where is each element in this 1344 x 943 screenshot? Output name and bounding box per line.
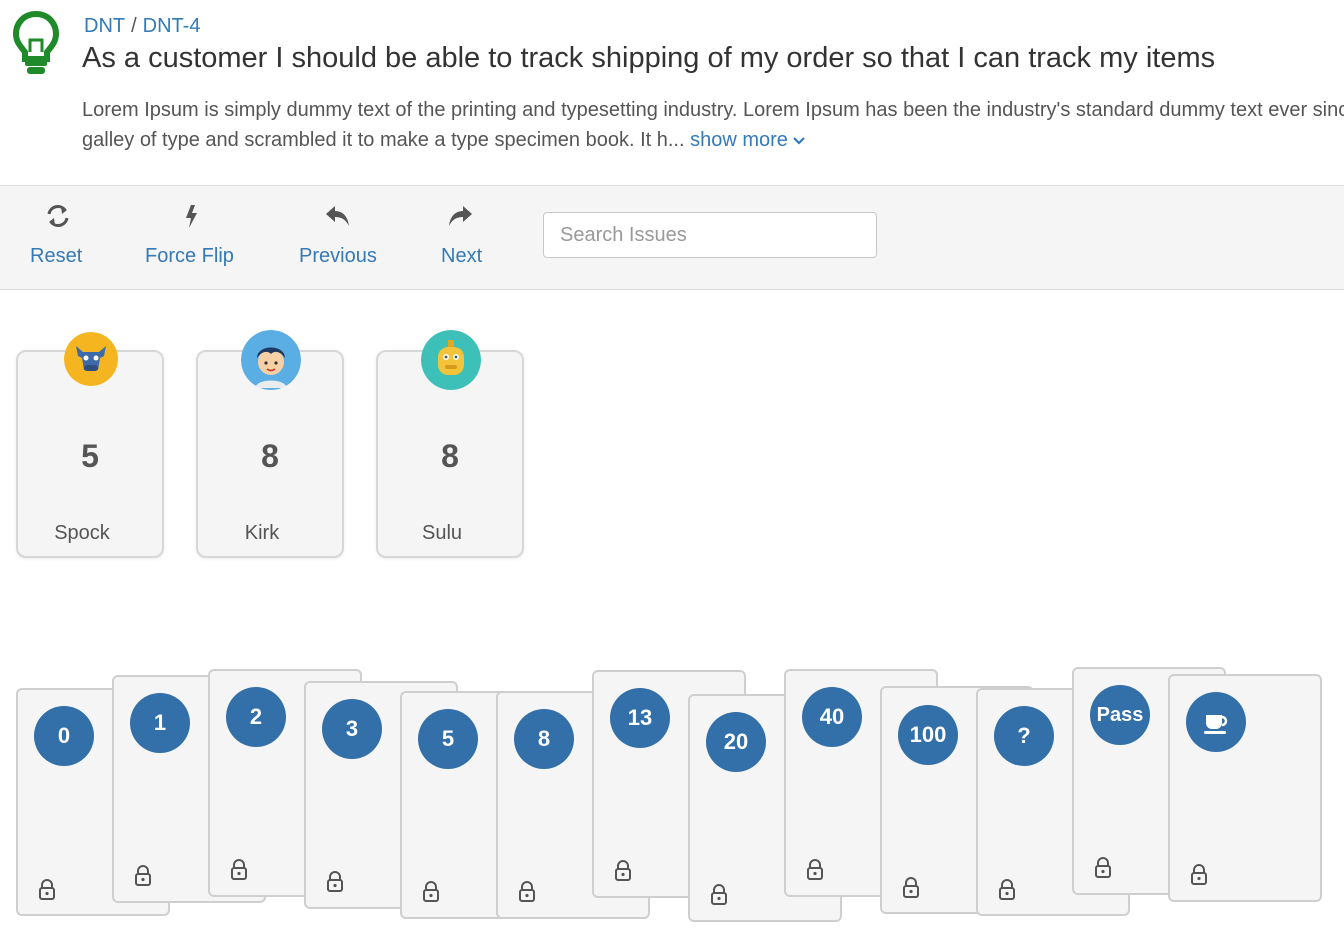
deck-card-coffee-icon[interactable] [1168,674,1322,902]
card-value: Pass [1090,685,1150,745]
card-value: 8 [514,709,574,769]
lock-icon [902,876,920,898]
card-value: 100 [898,705,958,765]
previous-button[interactable]: Previous [298,186,382,289]
breadcrumb-issue-link[interactable]: DNT-4 [143,15,201,37]
reset-button[interactable]: Reset [29,186,87,289]
show-more-label: show more [690,129,788,151]
next-label: Next [441,245,483,267]
player-name: Spock [54,522,110,544]
player-vote: 8 [261,438,279,474]
description-line-2: galley of type and scrambled it to make … [82,125,1344,155]
lock-icon [230,858,248,880]
coffee-icon [1186,692,1246,752]
card-value: 20 [706,712,766,772]
force-flip-button[interactable]: Force Flip [144,186,240,289]
lock-icon [422,880,440,902]
refresh-icon [47,205,69,227]
share-icon [449,206,472,226]
description-line-1: Lorem Ipsum is simply dummy text of the … [82,99,1344,121]
bolt-icon [186,205,197,228]
person-avatar-icon [241,330,301,390]
player-name: Kirk [244,522,280,544]
lock-icon [326,870,344,892]
force-flip-label: Force Flip [145,245,234,267]
lock-icon [998,878,1016,900]
robot-avatar-icon [421,330,481,390]
lock-icon [134,864,152,886]
lock-icon [710,883,728,905]
card-value: 13 [610,688,670,748]
previous-label: Previous [299,245,377,267]
card-value: 5 [418,709,478,769]
description-text-2: galley of type and scrambled it to make … [82,129,685,151]
card-value: 1 [130,693,190,753]
breadcrumb-project-link[interactable]: DNT [84,15,125,37]
issue-header: DNT / DNT-4 As a customer I should be able… [0,0,1344,186]
card-value: 40 [802,687,862,747]
player-vote: 5 [81,438,99,474]
lock-icon [518,880,536,902]
card-value: ? [994,706,1054,766]
player-card-sulu: 8 Sulu [376,330,524,558]
next-button[interactable]: Next [440,186,486,289]
card-value: 3 [322,699,382,759]
card-value: 2 [226,687,286,747]
player-card-kirk: 8 Kirk [196,330,344,558]
toolbar: Reset Force Flip Previous Next [0,185,1344,290]
chevron-down-icon [793,136,805,145]
bull-avatar-icon [64,332,118,386]
show-more-link[interactable]: show more [690,129,806,151]
breadcrumb: DNT / DNT-4 [84,15,200,38]
search-issues-input[interactable] [543,212,877,258]
lock-icon [806,858,824,880]
reply-icon [326,206,349,226]
lock-icon [38,878,56,900]
player-card-spock: 5 Spock [16,332,164,558]
issue-title: As a customer I should be able to track … [82,42,1216,74]
issue-description: Lorem Ipsum is simply dummy text of the … [82,95,1344,155]
breadcrumb-separator: / [131,15,137,37]
lock-icon [614,859,632,881]
player-vote: 8 [441,438,459,474]
card-value: 0 [34,706,94,766]
lock-icon [1094,856,1112,878]
player-name: Sulu [421,522,463,544]
reset-label: Reset [30,245,83,267]
lock-icon [1190,863,1208,885]
lightbulb-icon [12,10,60,74]
